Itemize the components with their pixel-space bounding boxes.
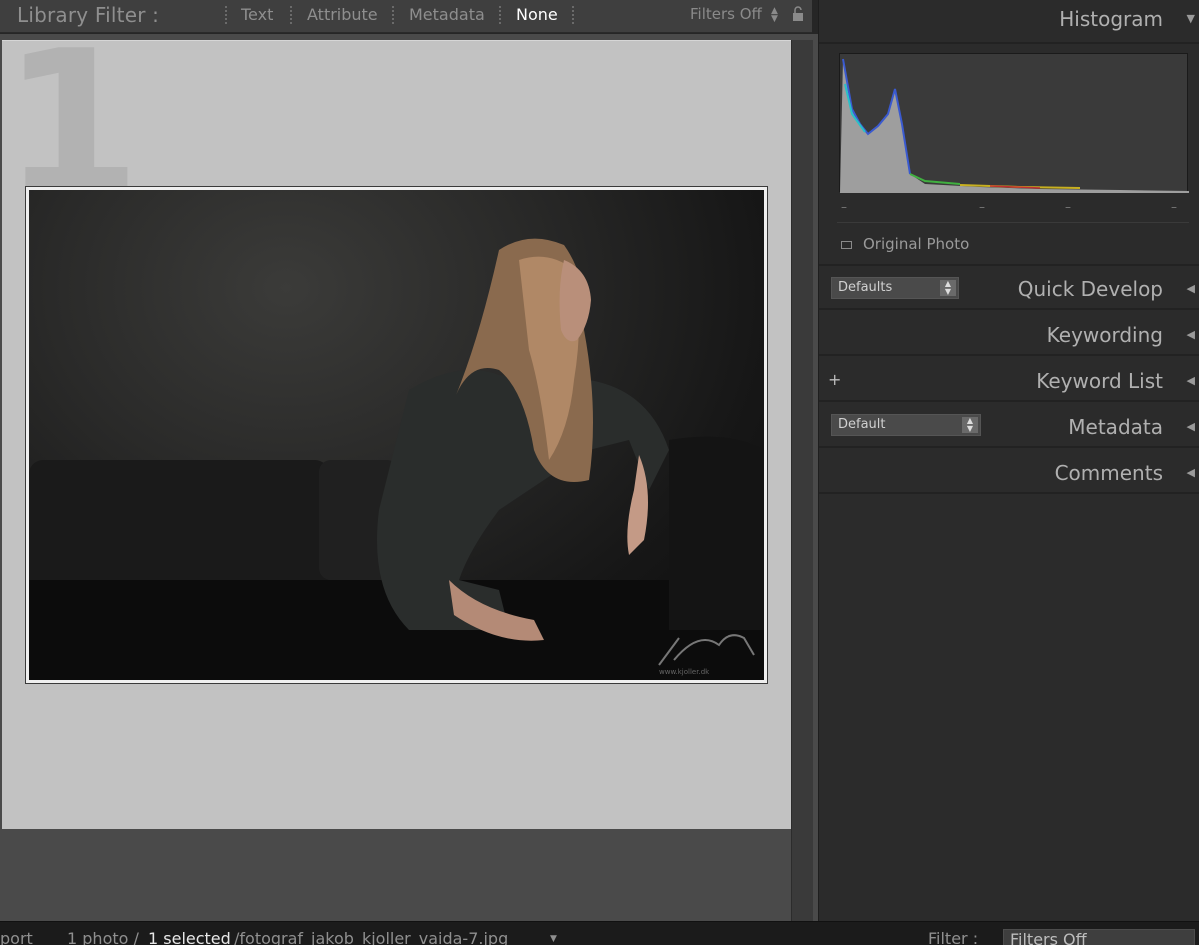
photo-image: www.kjoller.dk: [29, 190, 764, 680]
filename-dropdown[interactable]: /fotograf_jakob_kjoller_vaida-7.jpg: [234, 929, 508, 945]
keyword-list-panel-header[interactable]: + Keyword List ◀: [819, 358, 1199, 402]
histogram-graph: [840, 58, 1189, 193]
filmstrip-bar: port 1 photo / 1 selected /fotograf_jako…: [0, 921, 1199, 945]
stepper-arrows-icon[interactable]: ▲ ▼: [962, 417, 978, 433]
keywording-panel-header[interactable]: Keywording ◀: [819, 312, 1199, 356]
filmstrip-filter-value: Filters Off: [1010, 930, 1087, 945]
separator: [499, 6, 501, 24]
expand-triangle-icon[interactable]: ◀: [1187, 466, 1195, 479]
histogram-tick: –: [1065, 200, 1071, 214]
keywording-label: Keywording: [1046, 323, 1163, 347]
separator: [392, 6, 394, 24]
add-keyword-button[interactable]: +: [828, 370, 841, 389]
selected-count: 1 selected: [148, 929, 231, 945]
expand-triangle-icon[interactable]: ◀: [1187, 282, 1195, 295]
expand-triangle-icon[interactable]: ◀: [1187, 420, 1195, 433]
grid-cell[interactable]: 1 www.kjoller.dk: [2, 25, 791, 829]
photo-watermark-text: www.kjoller.dk: [659, 668, 710, 676]
original-photo-label: Original Photo: [863, 235, 970, 253]
histogram-tick: –: [841, 200, 847, 214]
stepper-arrows-icon[interactable]: ▲ ▼: [940, 280, 956, 296]
checkbox-icon[interactable]: [841, 240, 852, 249]
expand-triangle-icon[interactable]: ◀: [1187, 328, 1195, 341]
filter-label: Filter :: [928, 929, 979, 945]
grid-view: 1 www.kjoller.dk: [0, 25, 818, 921]
import-button[interactable]: port: [0, 929, 33, 945]
filmstrip-filter-select[interactable]: Filters Off: [1003, 929, 1195, 945]
metadata-preset-value: Default: [838, 417, 886, 432]
histogram-tick: –: [1171, 200, 1177, 214]
histogram-chart: [839, 53, 1189, 193]
histogram-tick: –: [979, 200, 985, 214]
filter-metadata-tab[interactable]: Metadata: [409, 5, 485, 24]
separator: [225, 6, 227, 24]
filter-presets-dropdown[interactable]: Filters Off: [690, 5, 762, 23]
right-panel: Histogram ▼ – – – – Original Photo Defau…: [818, 0, 1199, 921]
quick-develop-preset-select[interactable]: Defaults ▲ ▼: [831, 277, 959, 299]
metadata-panel-header[interactable]: Default ▲ ▼ Metadata ◀: [819, 404, 1199, 448]
lock-icon[interactable]: [792, 6, 804, 22]
filter-none-tab[interactable]: None: [516, 5, 558, 24]
collapse-triangle-icon[interactable]: ▼: [1187, 12, 1195, 25]
quick-develop-label: Quick Develop: [1017, 277, 1163, 301]
grid-scrollbar[interactable]: [791, 40, 813, 921]
comments-panel-header[interactable]: Comments ◀: [819, 450, 1199, 494]
quick-develop-panel-header[interactable]: Defaults ▲ ▼ Quick Develop ◀: [819, 266, 1199, 310]
histogram-panel-header[interactable]: Histogram ▼: [819, 0, 1199, 44]
metadata-label: Metadata: [1068, 415, 1163, 439]
comments-label: Comments: [1054, 461, 1163, 485]
expand-triangle-icon[interactable]: ◀: [1187, 374, 1195, 387]
divider: [837, 222, 1189, 223]
updown-arrows-icon[interactable]: ▲ ▼: [771, 7, 778, 24]
quick-develop-preset-value: Defaults: [838, 280, 893, 295]
photo-count: 1 photo /: [67, 929, 139, 945]
metadata-preset-select[interactable]: Default ▲ ▼: [831, 414, 981, 436]
separator: [572, 6, 574, 24]
keyword-list-label: Keyword List: [1036, 369, 1163, 393]
histogram-label: Histogram: [1059, 7, 1163, 31]
filter-text-tab[interactable]: Text: [241, 5, 273, 24]
chevron-down-icon[interactable]: ▼: [550, 934, 557, 944]
separator: [290, 6, 292, 24]
photo-thumbnail[interactable]: www.kjoller.dk: [25, 186, 768, 684]
filter-attribute-tab[interactable]: Attribute: [307, 5, 378, 24]
photo-content: www.kjoller.dk: [29, 238, 764, 680]
original-photo-toggle[interactable]: Original Photo: [841, 235, 969, 253]
